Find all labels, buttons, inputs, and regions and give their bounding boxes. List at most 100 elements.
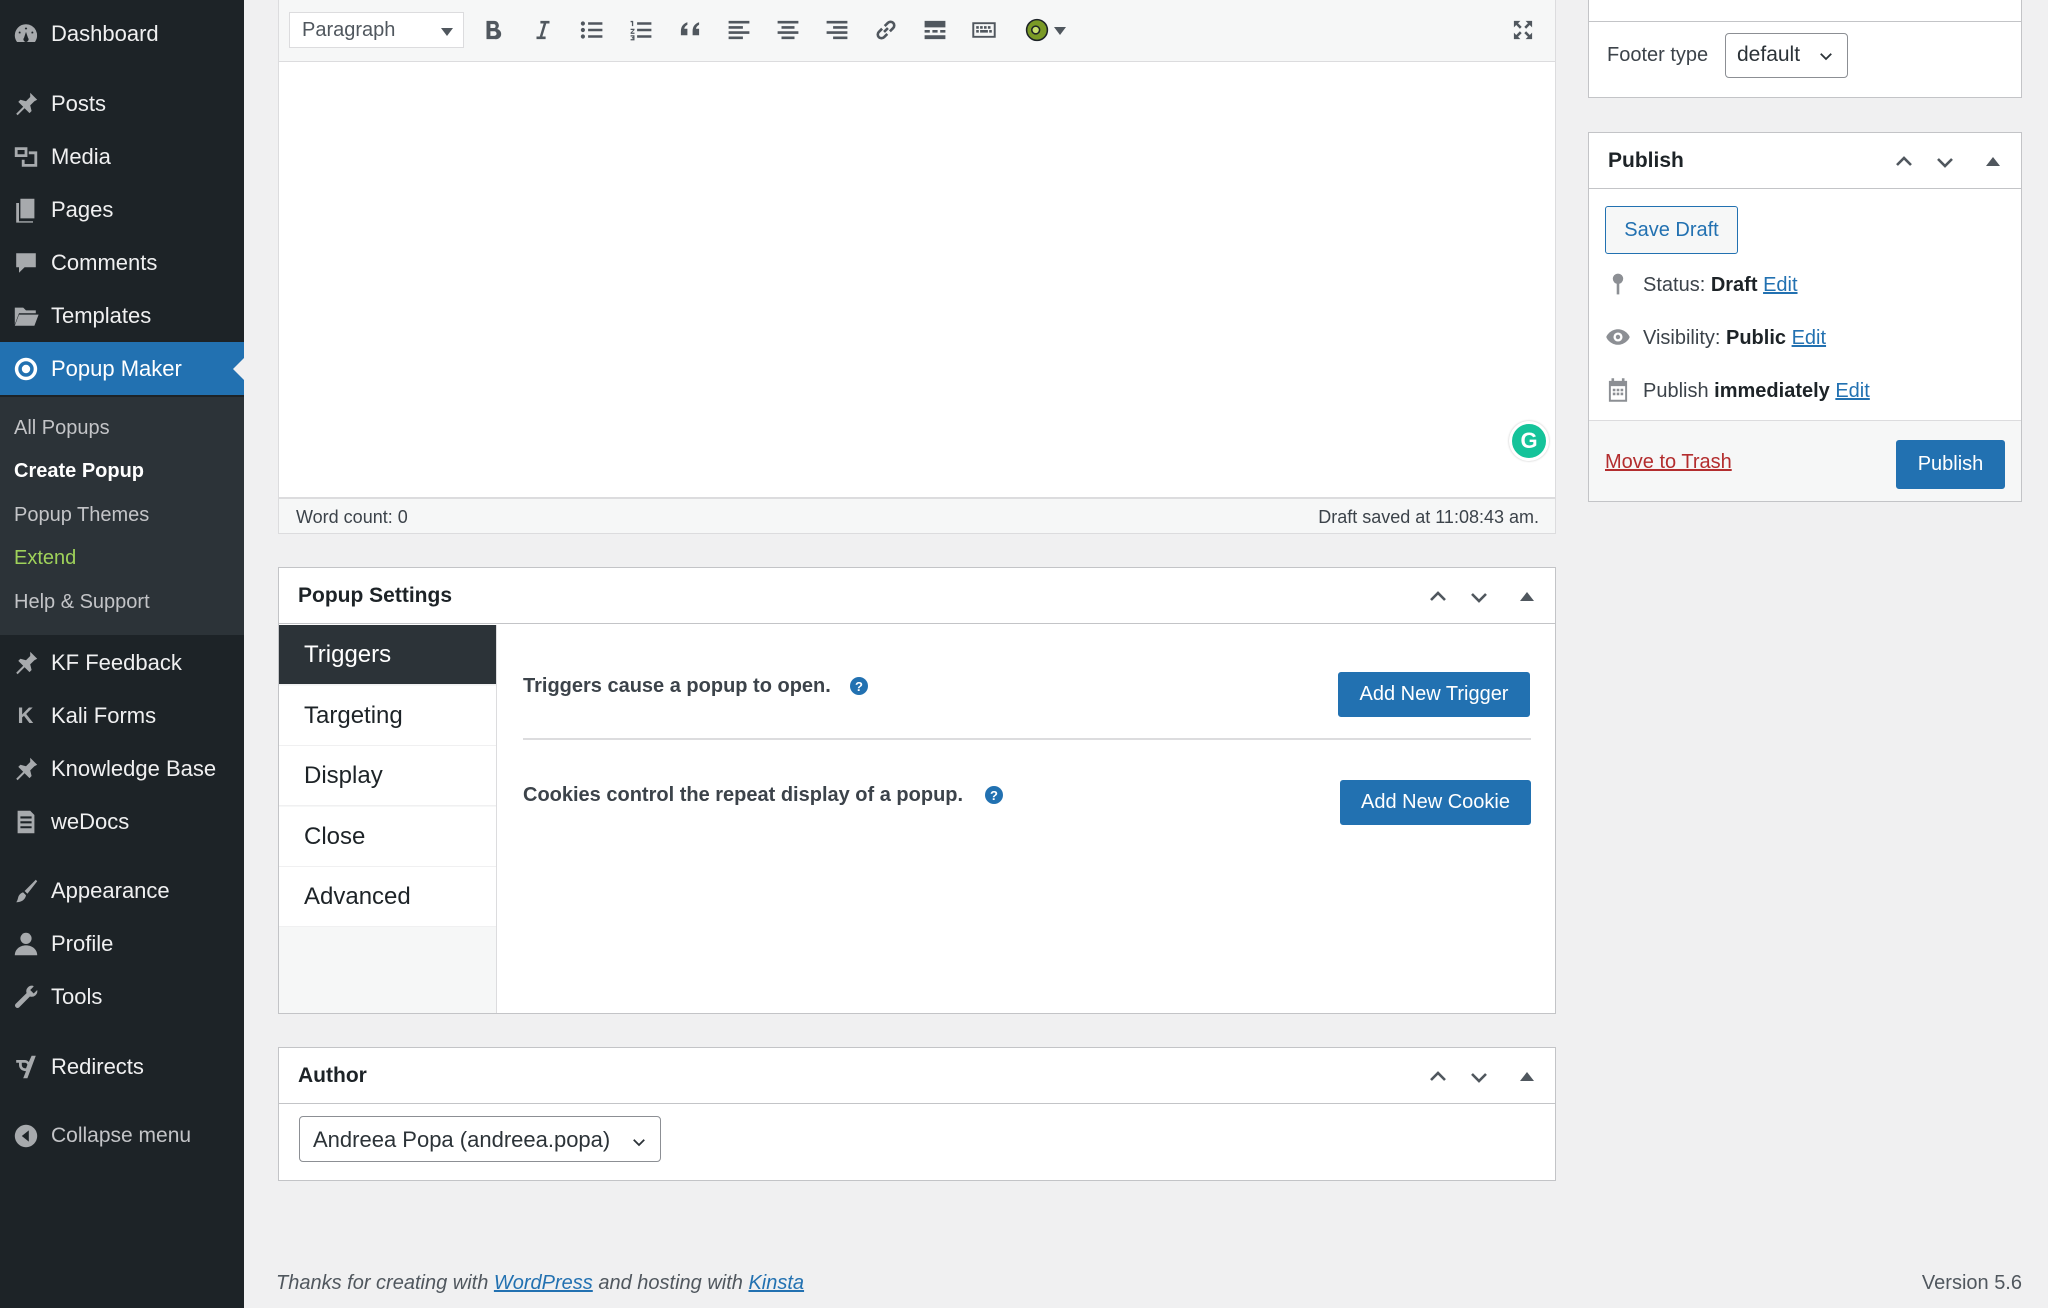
sidebar-item-dashboard[interactable]: Dashboard <box>0 7 244 60</box>
triggers-description: Triggers cause a popup to open. <box>523 675 831 697</box>
tab-triggers[interactable]: Triggers <box>279 625 496 685</box>
wordpress-link[interactable]: WordPress <box>494 1272 593 1294</box>
sidebar-item-pages[interactable]: Pages <box>0 183 244 236</box>
visibility-row: Visibility: Public Edit <box>1643 327 1826 350</box>
kinsta-link[interactable]: Kinsta <box>748 1272 804 1294</box>
move-up-button[interactable] <box>1425 1064 1451 1090</box>
bold-button[interactable] <box>477 14 509 46</box>
help-icon[interactable]: ? <box>850 677 868 695</box>
fullscreen-button[interactable] <box>1507 14 1539 46</box>
popup-maker-shortcode-button[interactable] <box>1017 14 1073 46</box>
sidebar-item-label: Tools <box>51 983 103 1009</box>
popup-maker-icon <box>0 355 51 383</box>
editor-content-area[interactable]: G <box>278 62 1556 498</box>
draft-saved-status: Draft saved at 11:08:43 am. <box>1318 507 1539 527</box>
add-new-trigger-button[interactable]: Add New Trigger <box>1338 672 1530 717</box>
sidebar-item-label: Popup Maker <box>51 355 182 381</box>
tab-close[interactable]: Close <box>279 807 496 867</box>
submenu-popup-themes[interactable]: Popup Themes <box>14 504 149 527</box>
chevron-down-icon <box>630 1131 648 1149</box>
blockquote-button[interactable] <box>674 14 706 46</box>
move-down-button[interactable] <box>1466 1064 1492 1090</box>
align-left-button[interactable] <box>723 14 755 46</box>
publish-button[interactable]: Publish <box>1896 440 2005 489</box>
insert-link-button[interactable] <box>870 14 902 46</box>
sidebar-item-media[interactable]: Media <box>0 130 244 183</box>
format-select[interactable]: Paragraph <box>289 12 464 48</box>
pushpin-icon <box>0 755 51 783</box>
chevron-down-icon <box>1937 158 1953 168</box>
sidebar-item-label: Profile <box>51 930 114 956</box>
save-draft-button[interactable]: Save Draft <box>1605 206 1738 254</box>
keyboard-icon <box>972 22 996 38</box>
sidebar-item-label: Pages <box>51 196 114 222</box>
editor-toolbar: Paragraph <box>278 0 1556 62</box>
footer-type-select[interactable]: default <box>1725 33 1848 78</box>
help-icon[interactable]: ? <box>985 786 1003 804</box>
sidebar-item-tools[interactable]: Tools <box>0 970 244 1023</box>
tab-display[interactable]: Display <box>279 746 496 806</box>
post-status-row: Status: Draft Edit <box>1643 274 1798 297</box>
sidebar-item-posts[interactable]: Posts <box>0 77 244 130</box>
edit-status-link[interactable]: Edit <box>1763 274 1797 296</box>
status-label: Status: <box>1643 274 1706 296</box>
author-select[interactable]: Andreea Popa (andreea.popa) <box>299 1116 661 1162</box>
align-right-button[interactable] <box>821 14 853 46</box>
sidebar-item-templates[interactable]: Templates <box>0 289 244 342</box>
submenu-extend[interactable]: Extend <box>14 547 76 570</box>
move-down-button[interactable] <box>1466 584 1492 610</box>
sidebar-item-redirects[interactable]: Redirects <box>0 1040 244 1093</box>
toggle-panel-icon[interactable] <box>1520 1072 1534 1081</box>
submenu-all-popups[interactable]: All Popups <box>14 417 110 440</box>
sidebar-item-kali-forms[interactable]: K Kali Forms <box>0 689 244 742</box>
italic-button[interactable] <box>527 14 559 46</box>
tab-targeting[interactable]: Targeting <box>279 686 496 746</box>
toggle-panel-icon[interactable] <box>1986 157 2000 166</box>
sidebar-item-knowledge-base[interactable]: Knowledge Base <box>0 742 244 795</box>
toolbar-toggle-button[interactable] <box>968 14 1000 46</box>
move-to-trash-link[interactable]: Move to Trash <box>1605 451 1732 474</box>
align-center-icon <box>777 20 799 40</box>
submenu-help-support[interactable]: Help & Support <box>14 591 150 614</box>
align-center-button[interactable] <box>772 14 804 46</box>
collapse-menu-button[interactable]: Collapse menu <box>0 1109 244 1162</box>
sidebar-item-label: Collapse menu <box>51 1123 192 1147</box>
layout-options-header <box>1589 0 2021 22</box>
sidebar-item-label: Comments <box>51 249 158 275</box>
user-icon <box>0 930 51 958</box>
collapse-icon <box>0 1122 51 1150</box>
chevron-up-icon <box>1430 1071 1446 1081</box>
kali-forms-icon: K <box>0 703 51 729</box>
toggle-panel-icon[interactable] <box>1520 592 1534 601</box>
sidebar-item-profile[interactable]: Profile <box>0 917 244 970</box>
read-more-button[interactable] <box>919 14 951 46</box>
sidebar-item-wedocs[interactable]: weDocs <box>0 795 244 848</box>
sidebar-item-comments[interactable]: Comments <box>0 236 244 289</box>
publish-title: Publish <box>1608 149 1684 172</box>
chevron-down-icon <box>1817 47 1835 65</box>
numbered-list-button[interactable] <box>625 14 657 46</box>
tab-advanced[interactable]: Advanced <box>279 867 496 927</box>
admin-sidebar: Dashboard Posts Media Pages Comments Tem… <box>0 0 244 1308</box>
footer-text: Thanks for creating with <box>276 1272 489 1294</box>
cookies-description: Cookies control the repeat display of a … <box>523 784 964 806</box>
bulleted-list-button[interactable] <box>576 14 608 46</box>
editor-status-bar: Word count: 0 Draft saved at 11:08:43 am… <box>278 498 1556 534</box>
sidebar-item-appearance[interactable]: Appearance <box>0 864 244 917</box>
sidebar-item-kf-feedback[interactable]: KF Feedback <box>0 636 244 689</box>
format-select-value: Paragraph <box>302 19 396 41</box>
kali-forms-letter: K <box>17 702 34 728</box>
chevron-down-icon <box>441 28 453 42</box>
sidebar-item-popup-maker[interactable]: Popup Maker <box>0 342 244 395</box>
layout-options-box: Footer type default <box>1588 0 2022 98</box>
edit-schedule-link[interactable]: Edit <box>1835 380 1869 402</box>
add-new-cookie-button[interactable]: Add New Cookie <box>1340 780 1531 825</box>
move-up-button[interactable] <box>1425 584 1451 610</box>
sidebar-item-label: Knowledge Base <box>51 755 217 781</box>
edit-visibility-link[interactable]: Edit <box>1792 327 1826 349</box>
move-down-button[interactable] <box>1932 149 1958 175</box>
move-up-button[interactable] <box>1891 149 1917 175</box>
submenu-create-popup[interactable]: Create Popup <box>14 460 144 483</box>
grammarly-icon[interactable]: G <box>1509 421 1549 461</box>
footer-type-value: default <box>1737 43 1801 66</box>
